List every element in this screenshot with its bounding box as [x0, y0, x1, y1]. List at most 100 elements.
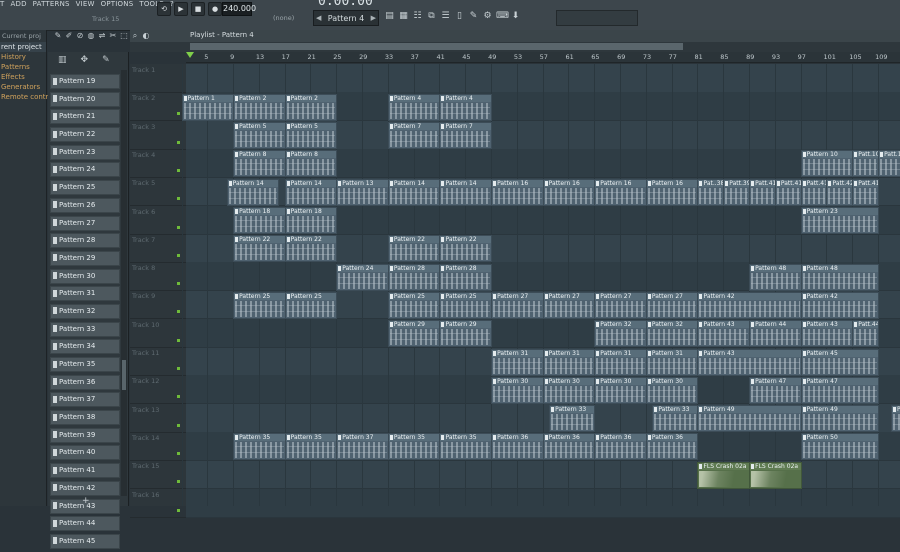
picker-pattern-item[interactable]: Pattern 32: [50, 303, 120, 319]
track-header[interactable]: Track 14: [130, 432, 186, 461]
picker-pattern-item[interactable]: Pattern 30: [50, 268, 120, 284]
piano-icon[interactable]: ▥: [58, 55, 67, 69]
clip-menu-icon[interactable]: [596, 293, 600, 299]
pattern-clip[interactable]: Pattern 29: [387, 320, 441, 348]
menu-item-t[interactable]: T: [0, 0, 4, 10]
pattern-clip[interactable]: Pattern 27: [594, 291, 647, 319]
pattern-clip[interactable]: Pattern 44: [749, 320, 802, 348]
clip-menu-icon[interactable]: [493, 293, 497, 299]
pattern-clip[interactable]: Patt.41: [852, 178, 880, 206]
clip-menu-icon[interactable]: [802, 152, 806, 158]
track-enable-led[interactable]: [177, 367, 180, 370]
pattern-clip[interactable]: Pattern 27: [542, 291, 596, 319]
clip-menu-icon[interactable]: [654, 407, 658, 413]
clip-menu-icon[interactable]: [802, 293, 806, 299]
clip-menu-icon[interactable]: [389, 435, 393, 441]
pattern-clip[interactable]: Patt.42: [826, 178, 854, 206]
pattern-clip[interactable]: Pattern 2: [284, 93, 338, 121]
track-header[interactable]: Track 2: [130, 92, 186, 122]
clip-menu-icon[interactable]: [802, 180, 806, 186]
channel-rack-icon[interactable]: ☷: [412, 11, 423, 22]
pattern-clip[interactable]: Pattern 16: [645, 178, 699, 206]
clip-menu-icon[interactable]: [338, 180, 342, 186]
prev-arrow-icon[interactable]: ◀: [316, 14, 321, 22]
clip-menu-icon[interactable]: [725, 180, 729, 186]
track-header[interactable]: Track 4: [130, 149, 186, 178]
pattern-clip[interactable]: Pat..38: [697, 178, 725, 206]
plugin-icon[interactable]: ✎: [468, 11, 479, 22]
picker-pattern-item[interactable]: Pattern 34: [50, 339, 120, 355]
pattern-clip[interactable]: Pattern 14: [387, 178, 441, 206]
pattern-clip[interactable]: Pattern 47: [749, 376, 802, 404]
pattern-clip[interactable]: Pattern 8: [233, 150, 286, 178]
picker-pattern-item[interactable]: Pattern 35: [50, 357, 120, 372]
pattern-clip[interactable]: Pattern 7: [439, 122, 493, 150]
clip-menu-icon[interactable]: [389, 95, 393, 101]
clip-menu-icon[interactable]: [751, 378, 755, 384]
pattern-clip[interactable]: Pattern 30: [645, 376, 699, 404]
pattern-clip[interactable]: Pattern 30: [594, 376, 647, 404]
clip-menu-icon[interactable]: [544, 293, 548, 299]
pattern-clip[interactable]: Pattern 16: [491, 178, 544, 206]
clip-menu-icon[interactable]: [235, 124, 239, 130]
playlist-overview[interactable]: [130, 42, 900, 52]
pattern-clip[interactable]: Pattern 24: [336, 263, 389, 291]
track-header[interactable]: Track 3: [130, 121, 186, 150]
pattern-clip[interactable]: Pattern 31: [491, 348, 544, 376]
pattern-clip[interactable]: Pattern 14: [226, 178, 280, 206]
clip-menu-icon[interactable]: [647, 180, 651, 186]
track-header[interactable]: Track 8: [130, 262, 186, 292]
picker-pattern-item[interactable]: Pattern 39: [50, 427, 120, 443]
clip-menu-icon[interactable]: [751, 265, 755, 271]
pattern-clip[interactable]: Pattern 30: [491, 376, 544, 404]
pattern-clip[interactable]: Pattern 37: [336, 433, 389, 461]
clip-menu-icon[interactable]: [544, 180, 548, 186]
clip-menu-icon[interactable]: [235, 435, 239, 441]
clip-menu-icon[interactable]: [751, 180, 755, 186]
arrows-icon[interactable]: ✥: [81, 55, 89, 69]
zoom-icon[interactable]: ⌕: [131, 31, 139, 40]
clip-menu-icon[interactable]: [493, 350, 497, 356]
pattern-clip[interactable]: Pattern 16: [542, 178, 596, 206]
track-header[interactable]: Track 5: [130, 177, 186, 207]
pattern-clip[interactable]: Pattern 5: [233, 122, 286, 150]
pattern-clip[interactable]: Pattern 14: [284, 178, 338, 206]
picker-scrollbar[interactable]: [121, 70, 127, 496]
picker-pattern-item[interactable]: Pattern 26: [50, 197, 120, 213]
draw-icon[interactable]: ✎: [54, 31, 62, 40]
record-icon[interactable]: ●: [208, 2, 222, 16]
clip-menu-icon[interactable]: [596, 180, 600, 186]
pattern-clip[interactable]: Pattern 7: [387, 122, 441, 150]
clip-menu-icon[interactable]: [776, 180, 780, 186]
audio-clip[interactable]: FLS Crash 02a: [749, 461, 802, 489]
pattern-clip[interactable]: Pattern 43: [800, 320, 854, 348]
time-ruler[interactable]: 5 9 13 17 21 25 29 33 37 41 45 49 53 57 61 65 69 73 77 81 85…: [186, 52, 900, 63]
browser-item-patterns[interactable]: Patterns: [0, 62, 46, 72]
picker-pattern-item[interactable]: Pattern 41: [50, 463, 120, 479]
clip-menu-icon[interactable]: [802, 435, 806, 441]
clip-menu-icon[interactable]: [892, 407, 896, 413]
picker-pattern-item[interactable]: Pattern 42: [50, 480, 120, 496]
clip-menu-icon[interactable]: [286, 180, 290, 186]
pattern-clip[interactable]: Pattern 22: [233, 235, 286, 263]
loop-icon[interactable]: ⟲: [157, 2, 171, 16]
track-enable-led[interactable]: [177, 480, 180, 484]
clip-menu-icon[interactable]: [544, 435, 548, 441]
track-header[interactable]: Track 10: [130, 319, 186, 348]
clip-menu-icon[interactable]: [286, 152, 290, 158]
pattern-clip[interactable]: Pattern 31: [542, 348, 596, 376]
clip-menu-icon[interactable]: [389, 180, 393, 186]
pattern-clip[interactable]: Pattern 50: [800, 433, 880, 461]
clip-menu-icon[interactable]: [235, 95, 239, 101]
keyboard-icon[interactable]: ⌨: [496, 11, 509, 22]
pattern-clip[interactable]: Pattern 2: [233, 93, 286, 121]
pattern-clip[interactable]: Pattern 31: [594, 348, 647, 376]
clip-menu-icon[interactable]: [596, 378, 600, 384]
clip-menu-icon[interactable]: [802, 378, 806, 384]
clip-menu-icon[interactable]: [802, 350, 806, 356]
clip-menu-icon[interactable]: [647, 293, 651, 299]
clip-menu-icon[interactable]: [854, 180, 858, 186]
pattern-clip[interactable]: Pattern 33: [549, 405, 596, 433]
clip-menu-icon[interactable]: [228, 180, 232, 186]
track-enable-led[interactable]: [177, 168, 180, 172]
